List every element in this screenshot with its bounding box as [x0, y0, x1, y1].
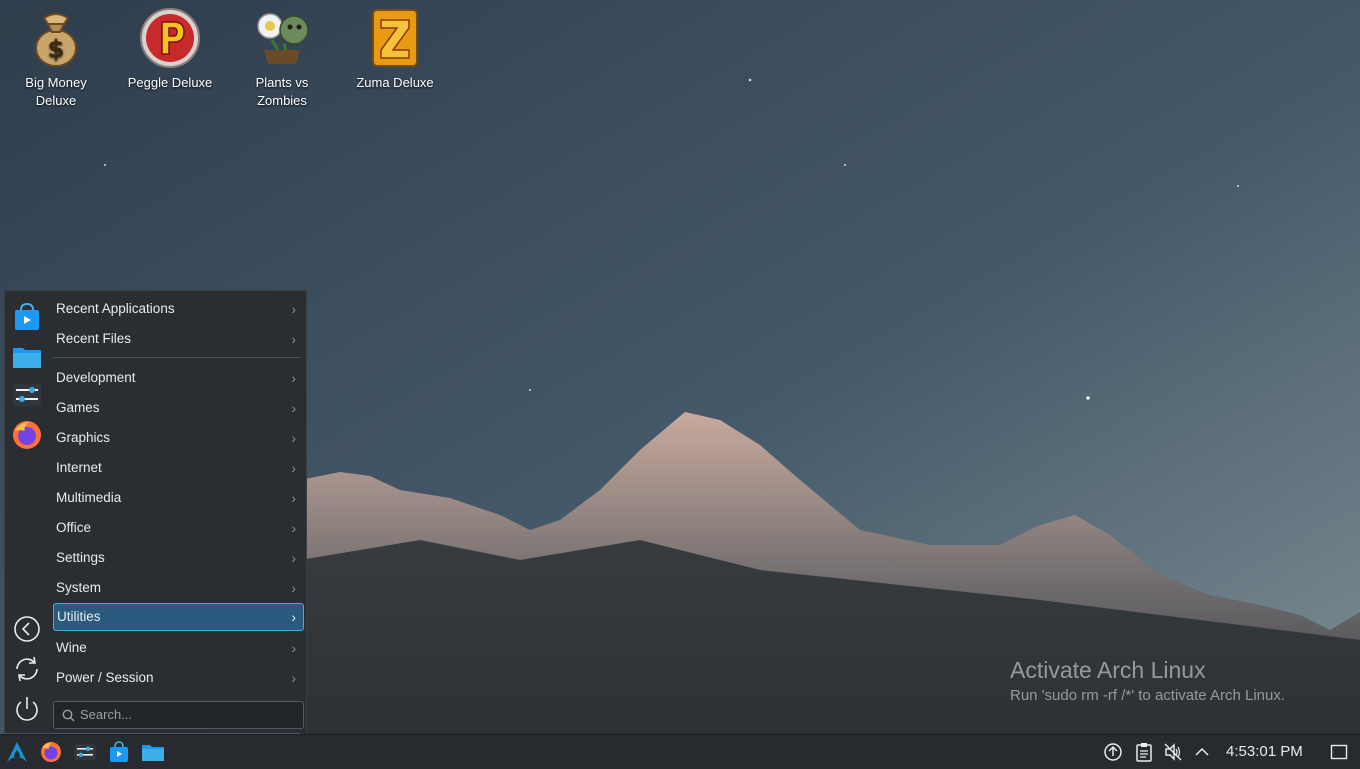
menu-item-label: Development [56, 370, 136, 385]
menu-item-power-session[interactable]: Power / Session › [53, 664, 304, 692]
menu-item-development[interactable]: Development › [53, 364, 304, 392]
chevron-right-icon: › [291, 490, 296, 506]
desktop-icon-area: $ Big Money Deluxe Peggle Deluxe Plants … [0, 0, 480, 130]
chevron-right-icon: › [291, 331, 296, 347]
chevron-right-icon: › [291, 609, 296, 625]
firefox-icon[interactable] [39, 740, 63, 764]
shutdown-icon[interactable] [11, 693, 43, 725]
chevron-right-icon: › [291, 670, 296, 686]
menu-item-label: Power / Session [56, 670, 154, 685]
menu-item-label: Multimedia [56, 490, 122, 505]
arch-launcher-icon[interactable] [5, 740, 29, 764]
tray-expand-icon[interactable] [1193, 743, 1211, 761]
menu-item-label: Recent Applications [56, 301, 175, 316]
volume-muted-icon[interactable] [1163, 742, 1183, 762]
desktop-icon-peggle-deluxe[interactable]: Peggle Deluxe [116, 6, 224, 92]
search-placeholder: Search... [80, 707, 133, 722]
menu-item-label: Settings [56, 550, 105, 565]
activation-watermark: Activate Arch Linux Run 'sudo rm -rf /*'… [1010, 655, 1285, 707]
desktop-icon-zuma-deluxe[interactable]: Zuma Deluxe [341, 6, 449, 92]
menu-item-label: Internet [56, 460, 102, 475]
updates-icon[interactable] [1103, 742, 1123, 762]
taskbar: 4:53:01 PM [0, 734, 1360, 769]
menu-item-label: Graphics [56, 430, 111, 445]
chevron-right-icon: › [291, 640, 296, 656]
menu-item-recent-files[interactable]: Recent Files › [53, 325, 304, 353]
application-launcher-menu: Recent Applications › Recent Files › Dev… [4, 290, 307, 733]
money-bag-icon: $ [35, 13, 77, 67]
folder-icon[interactable] [141, 740, 165, 764]
watermark-subtitle: Run 'sudo rm -rf /*' to activate Arch Li… [1010, 687, 1286, 704]
menu-item-label: Games [56, 400, 100, 415]
menu-item-games[interactable]: Games › [53, 394, 304, 422]
search-icon [62, 709, 75, 722]
svg-text:$: $ [48, 35, 65, 63]
clock[interactable]: 4:53:01 PM [1226, 735, 1303, 769]
menu-item-office[interactable]: Office › [53, 514, 304, 542]
desktop-icon-label: Plants vs Zombies [255, 75, 309, 108]
menu-item-label: Recent Files [56, 331, 132, 346]
chevron-right-icon: › [291, 460, 296, 476]
chevron-right-icon: › [291, 400, 296, 416]
menu-separator [53, 357, 301, 358]
store-icon[interactable] [11, 301, 43, 333]
menu-item-recent-applications[interactable]: Recent Applications › [53, 295, 304, 323]
menu-item-graphics[interactable]: Graphics › [53, 424, 304, 452]
desktop-icon-big-money-deluxe[interactable]: $ Big Money Deluxe [2, 6, 110, 110]
menu-item-internet[interactable]: Internet › [53, 454, 304, 482]
favorites-column [5, 291, 49, 733]
chevron-right-icon: › [291, 550, 296, 566]
clipboard-icon[interactable] [1134, 742, 1154, 762]
desktop-icon-label: Peggle Deluxe [127, 75, 213, 90]
logout-icon[interactable] [11, 613, 43, 645]
firefox-icon[interactable] [11, 419, 43, 451]
menu-item-label: Wine [56, 640, 87, 655]
menu-item-label: Utilities [57, 609, 101, 624]
chevron-right-icon: › [291, 301, 296, 317]
menu-item-system[interactable]: System › [53, 574, 304, 602]
menu-item-label: System [56, 580, 102, 595]
chevron-right-icon: › [291, 370, 296, 386]
desktop-icon-plants-vs-zombies[interactable]: Plants vs Zombies [228, 6, 336, 110]
desktop-icon-label: Big Money Deluxe [25, 75, 87, 108]
chevron-right-icon: › [291, 520, 296, 536]
menu-item-wine[interactable]: Wine › [53, 634, 304, 662]
menu-item-utilities[interactable]: Utilities › [53, 603, 304, 631]
plants-vs-zombies-icon [257, 13, 309, 64]
zuma-icon [372, 9, 418, 67]
menu-item-settings[interactable]: Settings › [53, 544, 304, 572]
show-desktop-icon[interactable] [1330, 743, 1348, 761]
watermark-title: Activate Arch Linux [1010, 657, 1206, 683]
chevron-right-icon: › [291, 580, 296, 596]
store-icon[interactable] [107, 740, 131, 764]
chevron-right-icon: › [291, 430, 296, 446]
restart-icon[interactable] [11, 653, 43, 685]
menu-item-label: Office [56, 520, 92, 535]
menu-item-multimedia[interactable]: Multimedia › [53, 484, 304, 512]
folder-icon[interactable] [11, 341, 43, 373]
desktop-icon-label: Zuma Deluxe [356, 75, 434, 90]
settings-icon[interactable] [73, 740, 97, 764]
search-input[interactable]: Search... [53, 701, 304, 729]
peggle-icon [140, 8, 200, 68]
settings-icon[interactable] [11, 379, 43, 411]
